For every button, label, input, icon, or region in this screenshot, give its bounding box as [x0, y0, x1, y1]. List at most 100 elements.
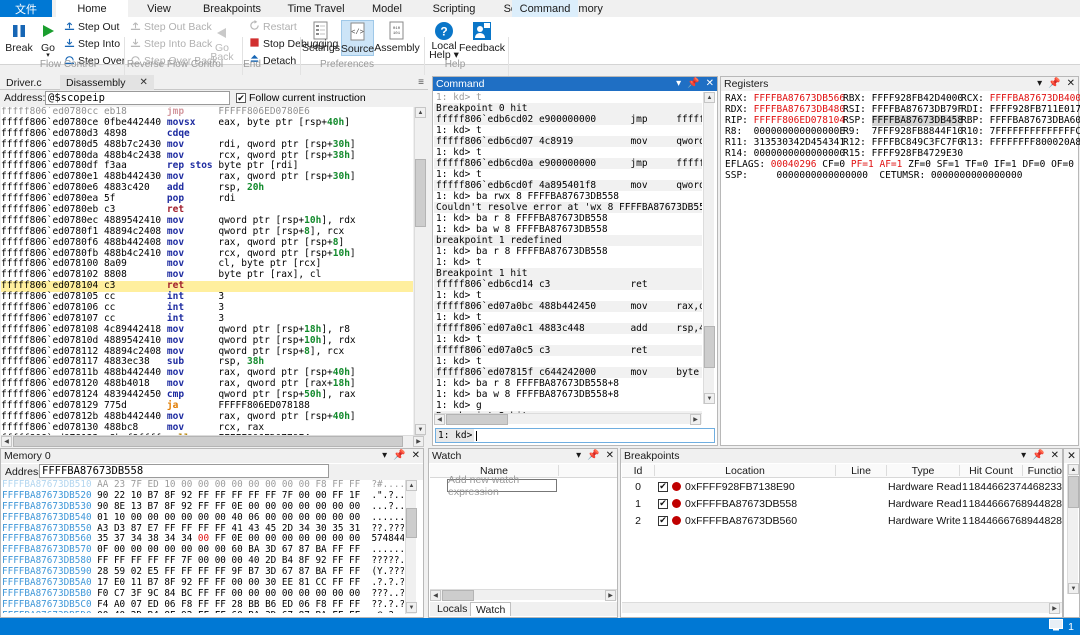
break-button[interactable]: Break [4, 20, 34, 54]
close-icon[interactable]: ✕ [140, 77, 148, 88]
col-location[interactable]: Location [655, 464, 835, 477]
scroll-left-button[interactable]: ◀ [1, 436, 12, 447]
close-icon[interactable]: ✕ [1051, 451, 1059, 461]
table-row[interactable]: 2✔0xFFFFBA87673DB560Hardware Write118446… [622, 513, 1062, 528]
tab-locals[interactable]: Locals [432, 602, 472, 616]
command-vscrollbar[interactable]: ▲ ▼ [703, 92, 714, 404]
scroll-thumb[interactable] [406, 508, 417, 538]
bp-cell-location[interactable]: ✔0xFFFFBA87673DB560 [658, 513, 834, 528]
right-slim-vscrollbar[interactable]: ▲ ▼ [1067, 464, 1078, 594]
close-icon[interactable]: ✕ [706, 79, 714, 89]
disassembly-code-area[interactable]: fffff806`ed0780cc eb18 jmp FFFFF806ED078… [1, 107, 413, 435]
close-icon[interactable]: ✕ [1067, 79, 1075, 89]
pin-icon[interactable]: 📌 [587, 451, 599, 461]
bp-enabled-checkbox[interactable]: ✔ [658, 516, 668, 526]
follow-current-instruction-checkbox[interactable]: ✔ Follow current instruction [236, 92, 366, 104]
disassembly-address-input[interactable] [45, 91, 230, 105]
ribbon-tab-home[interactable]: Home [56, 0, 128, 17]
chevron-down-icon[interactable]: ▾ [576, 451, 581, 461]
scroll-up-button[interactable]: ▲ [415, 107, 426, 118]
ribbon-tab-command[interactable]: Command [512, 0, 578, 17]
scroll-left-button[interactable]: ◀ [434, 414, 445, 425]
memory-row[interactable]: FFFFBA87673DB510 AA 23 7F ED 10 00 00 00… [2, 480, 404, 491]
scroll-up-button[interactable]: ▲ [1068, 464, 1079, 475]
scroll-thumb[interactable] [415, 159, 426, 227]
memory-hex-area[interactable]: FFFFBA87673DB510 AA 23 7F ED 10 00 00 00… [2, 480, 404, 613]
pin-icon[interactable]: 📌 [1048, 79, 1060, 89]
scroll-right-button[interactable]: ▶ [605, 590, 616, 601]
scroll-hthumb[interactable] [446, 414, 508, 425]
command-output-area[interactable]: 1: kd> tBreakpoint 0 hitfffff806`edb6cd0… [434, 92, 702, 414]
col-type[interactable]: Type [887, 464, 959, 477]
tab-watch[interactable]: Watch [470, 602, 511, 616]
command-hscrollbar[interactable]: ◀ ▶ [434, 413, 702, 424]
memory-address-input[interactable] [39, 464, 329, 478]
settings-button[interactable]: Settings [302, 20, 340, 54]
col-line[interactable]: Line [836, 464, 886, 477]
source-button[interactable]: </> Source [341, 20, 374, 56]
command-input-row[interactable]: 1: kd> [435, 428, 715, 443]
scroll-thumb[interactable] [1068, 476, 1079, 508]
disassembly-line[interactable]: fffff806`ed0780cc eb18 jmp FFFFF806ED078… [1, 107, 413, 118]
table-row[interactable]: 0✔0xFFFF928FB7138E90Hardware Read1184466… [622, 479, 1062, 494]
scroll-down-button[interactable]: ▼ [1068, 583, 1079, 594]
pin-icon[interactable]: 📌 [687, 79, 699, 89]
bp-cell-location[interactable]: ✔0xFFFFBA87673DB558 [658, 496, 834, 511]
assembly-button[interactable]: 010101 Assembly [376, 20, 418, 54]
ribbon-tab-view[interactable]: View [130, 0, 188, 17]
close-icon[interactable]: ✕ [1067, 451, 1076, 462]
ribbon-tab-time-travel[interactable]: Time Travel [276, 0, 356, 17]
breakpoints-hscrollbar[interactable]: ▶ [622, 602, 1062, 613]
step-out-button[interactable]: Step Out [64, 20, 119, 34]
tab-driver-c[interactable]: Driver.c [0, 75, 48, 90]
disassembly-vscrollbar[interactable]: ▲ ▼ [414, 107, 425, 435]
feedback-button[interactable]: Feedback [462, 20, 502, 54]
ribbon-tab-scripting[interactable]: Scripting [418, 0, 490, 17]
breakpoints-rows[interactable]: 0✔0xFFFF928FB7138E90Hardware Read1184466… [622, 479, 1062, 594]
go-dropdown-icon[interactable]: ▾ [46, 54, 50, 58]
scroll-down-button[interactable]: ▼ [415, 424, 426, 435]
bp-enabled-checkbox[interactable]: ✔ [658, 482, 668, 492]
tab-list-icon[interactable]: ≡ [418, 77, 424, 88]
local-help-button[interactable]: ? Local Help ▾ [427, 20, 461, 60]
step-into-button[interactable]: Step Into [64, 37, 120, 51]
chevron-down-icon[interactable]: ▾ [382, 451, 387, 461]
chevron-down-icon[interactable]: ▾ [1021, 451, 1026, 461]
close-icon[interactable]: ✕ [412, 451, 420, 461]
scroll-right-button[interactable]: ▶ [1049, 603, 1060, 614]
scroll-thumb[interactable] [704, 326, 715, 368]
chevron-down-icon[interactable]: ▾ [676, 79, 681, 89]
col-function[interactable]: Functio [1023, 464, 1062, 477]
scroll-up-button[interactable]: ▲ [704, 92, 715, 103]
scroll-down-button[interactable]: ▼ [406, 602, 417, 613]
scroll-right-button[interactable]: ▶ [413, 436, 424, 447]
go-button[interactable]: Go ▾ [36, 20, 60, 58]
file-menu-tab[interactable]: 文件 [0, 0, 52, 17]
close-icon[interactable]: ✕ [606, 451, 614, 461]
memory-vscrollbar[interactable]: ▲ ▼ [405, 480, 416, 614]
add-new-watch-expression-row[interactable]: Add new watch expression [447, 479, 557, 492]
scroll-up-button[interactable]: ▲ [406, 480, 417, 491]
bp-cell-location[interactable]: ✔0xFFFF928FB7138E90 [658, 479, 834, 494]
table-row[interactable]: 1✔0xFFFFBA87673DB558Hardware Read1184466… [622, 496, 1062, 511]
tab-disassembly[interactable]: Disassembly ✕ [60, 75, 154, 90]
scroll-down-button[interactable]: ▼ [704, 393, 715, 404]
chevron-down-icon[interactable]: ▾ [1037, 79, 1042, 89]
watch-hscrollbar[interactable]: ◀ ▶ [430, 589, 617, 600]
scroll-left-button[interactable]: ◀ [430, 590, 441, 601]
ribbon-tab-model[interactable]: Model [358, 0, 416, 17]
command-output-line: 1: kd> t [434, 125, 702, 136]
col-hit-count[interactable]: Hit Count [960, 464, 1022, 477]
pin-icon[interactable]: 📌 [393, 451, 405, 461]
disassembly-hscrollbar[interactable]: ◀ ▶ [1, 435, 425, 446]
watch-column-value[interactable] [559, 464, 617, 477]
scroll-hthumb[interactable] [13, 436, 403, 447]
memory-row[interactable]: FFFFBA87673DB5D0 00 40 2D B4 8F 92 FF FF… [2, 611, 404, 613]
pin-icon[interactable]: 📌 [1032, 451, 1044, 461]
col-id[interactable]: Id [622, 464, 654, 477]
bp-enabled-checkbox[interactable]: ✔ [658, 499, 668, 509]
scroll-right-button[interactable]: ▶ [690, 414, 701, 425]
scroll-hthumb[interactable] [442, 590, 474, 601]
ribbon-tab-breakpoints[interactable]: Breakpoints [190, 0, 274, 17]
registers-content[interactable]: RAX: FFFFBA87673DB566RBX: FFFF928FB42D40… [725, 93, 1077, 181]
